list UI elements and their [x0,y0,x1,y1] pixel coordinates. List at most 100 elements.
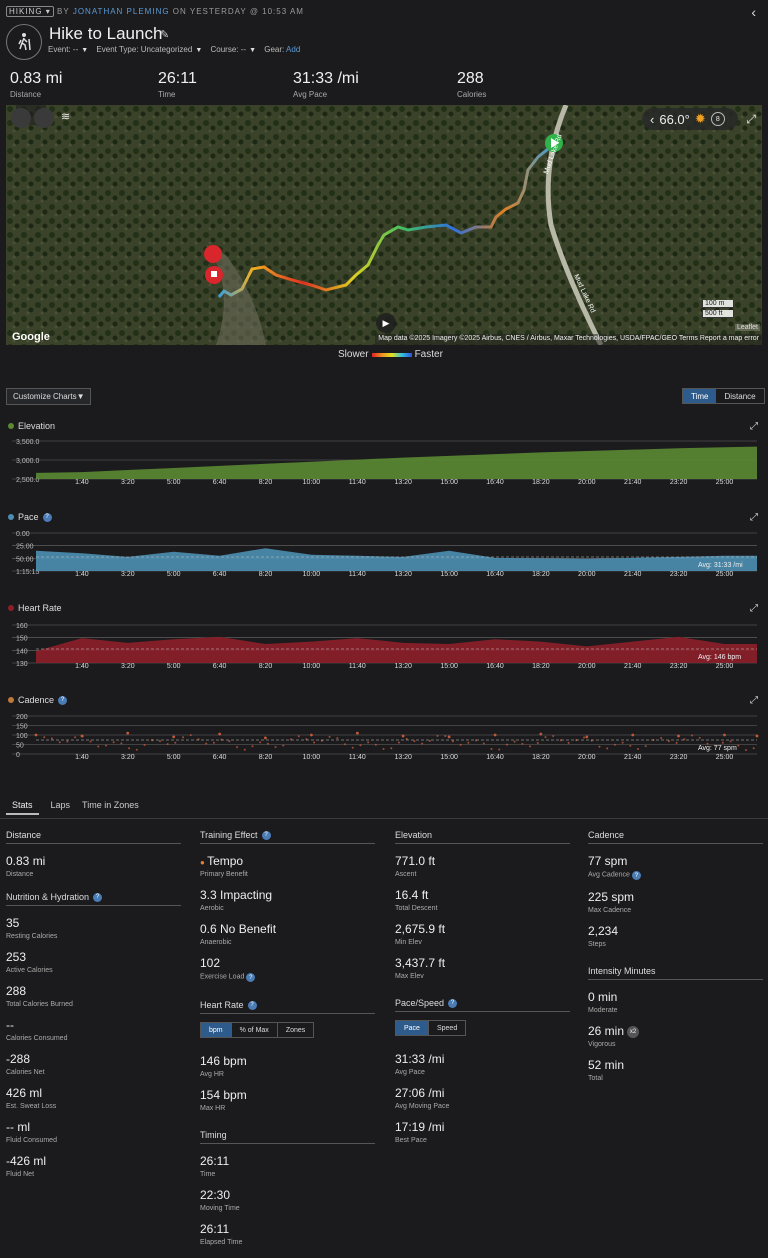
expand-icon[interactable]: ⤢ [750,603,758,614]
stat-value: 102 [200,956,221,970]
cadence-point [629,744,632,747]
chevron-left-icon[interactable]: ‹ [751,4,756,20]
cadence-point [567,741,570,744]
summary-pace: 31:33 /mi Avg Pace [293,70,359,99]
scale-metric: 100 m [702,300,734,308]
stat-value: 253 [6,950,27,964]
cadence-point [236,746,239,749]
weather-widget[interactable]: ‹ 66.0° ✹ 8 [642,108,738,130]
pace-legend: Slower Faster [338,349,443,360]
stat-value: 26 min [588,1024,625,1038]
heart-rate-chart-title: Heart Rate [8,603,62,613]
elevation-chart[interactable]: 3,500.0 3,000.0 2,500.0 1:40 3:20 5:00 6:40 8:2… [0,435,768,493]
map-control-button[interactable] [34,108,54,128]
cadence-point [390,747,393,750]
cadence-point [613,743,616,746]
event-type-dropdown[interactable]: Event Type: Uncategorized [96,45,192,54]
route-map[interactable]: Mud Lake Rd Mud Lake Rd ≋ ‹ 66.0° ✹ 8 ⤢ … [6,105,762,345]
x-tick-label: 23:20 [670,479,688,486]
time-toggle[interactable]: Time [683,389,717,403]
heart-rate-chart[interactable]: 160 150 140 130 Avg: 146 bpm 1:40 3:20 5:00 6:40… [0,619,768,677]
fullscreen-icon[interactable]: ⤢ [746,112,756,127]
play-button[interactable]: ▶ [376,313,396,333]
cadence-point [513,740,516,743]
tempo-dot-icon: ● [200,858,208,867]
tab-stats[interactable]: Stats [6,800,39,815]
help-icon[interactable]: ? [448,998,458,1008]
x-tick-label: 11:40 [349,479,366,486]
cadence-point [313,741,316,744]
zones-toggle[interactable]: Zones [278,1023,313,1037]
stat-label: Calories Net [6,1069,45,1076]
cadence-point [328,735,331,738]
chart-title-label: Cadence [18,695,55,705]
stat-item: 3.3 Impacting Aerobic [200,888,375,912]
event-dropdown[interactable]: Event: -- [48,45,78,54]
y-tick-label: 25.00 [16,544,34,551]
cadence-point [259,741,262,744]
help-icon[interactable]: ? [93,892,103,902]
cadence-point [97,745,100,748]
cadence-point [359,744,362,747]
cadence-point [401,734,405,738]
caret-down-icon[interactable]: ▼ [81,47,88,54]
pace-chart[interactable]: 0.00 25.00 50.00 1:15:15 Avg: 31:33 /mi 1:40 3… [0,527,768,585]
map-control-button[interactable] [11,108,31,128]
cadence-chart[interactable]: 200 150 100 50 0 Avg: 77 spm 1:40 3:20 5:00 6:40 8… [0,710,768,768]
section-title: Training Effect [200,830,258,840]
stat-label: Fluid Net [6,1171,35,1178]
summary-value: 288 [457,70,484,87]
x-tick-label: 8:20 [259,663,273,670]
stat-item: -288 Calories Net [6,1052,181,1076]
help-icon[interactable]: ? [631,871,641,880]
percent-max-toggle[interactable]: % of Max [232,1023,278,1037]
author-link[interactable]: JONATHAN PLEMING [73,7,170,16]
expand-icon[interactable]: ⤢ [750,695,758,706]
distance-toggle[interactable]: Distance [716,389,763,403]
x-tick-label: 25:00 [716,754,734,761]
layers-icon[interactable]: ≋ [61,110,70,123]
y-tick-label: 130 [16,661,28,668]
stat-value: -- ml [6,1120,30,1134]
tab-laps[interactable]: Laps [51,800,71,815]
caret-down-icon[interactable]: ▼ [249,47,256,54]
cadence-point [544,736,547,739]
stat-item: 77 spm Avg Cadence ? [588,854,763,880]
help-icon[interactable]: ? [261,830,271,840]
help-icon[interactable]: ? [247,1000,257,1010]
tab-time-in-zones[interactable]: Time in Zones [82,800,139,815]
x-tick-label: 18:20 [532,754,550,761]
x-tick-label: 6:40 [213,663,227,670]
bpm-toggle[interactable]: bpm [201,1023,232,1037]
leaflet-link[interactable]: Leaflet [734,324,760,331]
cadence-point [212,741,215,744]
y-tick-label: 3,500.0 [16,439,39,446]
map-attribution[interactable]: Map data ©2025 Imagery ©2025 Airbus, CNE… [375,334,762,345]
pencil-icon[interactable]: ✎ [160,28,169,41]
sport-dropdown[interactable]: HIKING ▾ [6,6,54,17]
stat-label: Distance [6,871,34,878]
chevron-left-icon[interactable]: ‹ [650,112,654,127]
axis-toggle: Time Distance [682,388,765,404]
weather-count: 8 [710,112,725,126]
stat-value: 0 min [588,990,618,1004]
speed-toggle[interactable]: Speed [429,1021,465,1035]
cadence-point [351,746,354,749]
gear-add-link[interactable]: Add [286,45,300,54]
stat-value: 771.0 ft [395,854,436,868]
cadence-point [737,744,740,747]
expand-icon[interactable]: ⤢ [750,512,758,523]
x-tick-label: 23:20 [670,754,688,761]
help-icon[interactable]: ? [58,695,68,705]
customize-charts-button[interactable]: Customize Charts ▼ [6,388,91,405]
help-icon[interactable]: ? [246,973,256,982]
expand-icon[interactable]: ⤢ [750,421,758,432]
help-icon[interactable]: ? [42,512,52,522]
pace-toggle[interactable]: Pace [396,1021,429,1035]
cadence-point [505,743,508,746]
course-dropdown[interactable]: Course: -- [211,45,247,54]
x-tick-label: 1:40 [75,663,89,670]
cadence-point [606,747,609,750]
stat-value: 77 spm [588,854,628,868]
caret-down-icon[interactable]: ▼ [195,47,202,54]
